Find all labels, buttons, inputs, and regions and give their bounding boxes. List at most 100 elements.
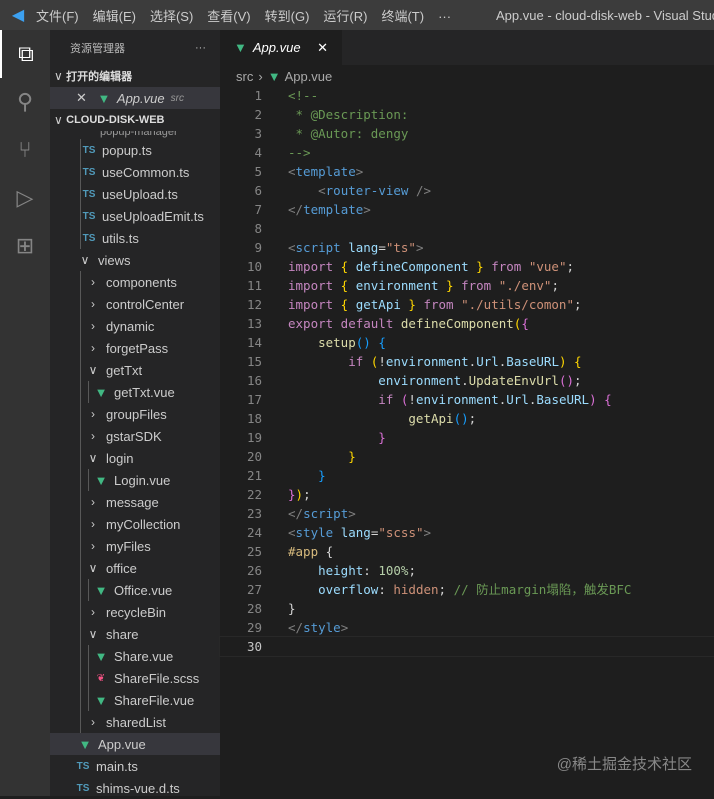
close-icon[interactable]: ✕ [76,90,87,106]
line-number: 17 [246,392,262,407]
activity-bar: ⧉ ⚲ ⑂ ▷ ⊞ [0,30,50,796]
folder-item[interactable]: › forgetPass [50,337,220,359]
folder-item[interactable]: ∨ login [50,447,220,469]
close-tab-icon[interactable]: ✕ [317,40,328,56]
code-token: ) [589,392,597,407]
menu-item[interactable]: 终端(T) [381,9,424,24]
code-token: > [415,240,424,255]
search-icon[interactable]: ⚲ [0,78,50,126]
folder-item[interactable]: ∨ views [50,249,220,271]
code-token: ; [303,487,311,502]
chevron-down-icon: ∨ [80,253,90,267]
open-editor-item[interactable]: ✕ ▼ App.vue src [50,87,220,109]
code-token: template [303,202,364,217]
code-token: BaseURL [536,392,590,407]
code-token: { [566,354,582,369]
folder-item[interactable]: › groupFiles [50,403,220,425]
code-token: --> [288,145,311,160]
file-item[interactable]: ▼ Office.vue [50,579,220,601]
project-section[interactable]: ∨ CLOUD-DISK-WEB [50,109,220,131]
code-line: 19 } [220,428,714,447]
folder-item[interactable]: › components [50,271,220,293]
file-item[interactable]: ▼ Share.vue [50,645,220,667]
folder-item[interactable]: ∨ share [50,623,220,645]
item-label: getTxt [106,362,143,378]
code-line: 26 height: 100%; [220,561,714,580]
code-token: export [288,316,334,331]
line-number: 3 [254,126,262,141]
chevron-down-icon: ∨ [88,451,98,465]
folder-item[interactable]: › sharedList [50,711,220,733]
folder-item[interactable]: › controlCenter [50,293,220,315]
run-debug-icon[interactable]: ▷ [0,174,50,222]
open-editors-section[interactable]: ∨ 打开的编辑器 [50,65,220,87]
folder-item[interactable]: › gstarSDK [50,425,220,447]
source-control-icon[interactable]: ⑂ [0,126,50,174]
file-item[interactable]: TS main.ts [50,755,220,777]
folder-item[interactable]: ∨ getTxt [50,359,220,381]
line-number: 9 [254,240,262,255]
folder-item[interactable]: › myFiles [50,535,220,557]
vue-file-icon: ▼ [94,582,108,598]
file-item[interactable]: TS popup.ts [50,139,220,161]
menu-item[interactable]: 转到(G) [265,9,310,24]
file-item[interactable]: TS useUpload.ts [50,183,220,205]
code-token: height [288,563,364,578]
code-token: } [288,487,296,502]
item-label: sharedList [106,714,166,730]
code-token: setup [288,335,356,350]
project-label: CLOUD-DISK-WEB [66,114,165,126]
line-number: 23 [246,506,262,521]
breadcrumb-file[interactable]: App.vue [285,69,333,84]
code-line: 22}); [220,485,714,504]
code-line: 29 </style> [220,618,714,637]
explorer-icon[interactable]: ⧉ [0,30,50,78]
breadcrumb: src › ▼ App.vue [236,68,333,84]
menu-item[interactable]: 文件(F) [36,9,79,24]
typescript-file-icon: TS [82,166,96,178]
folder-item[interactable]: › myCollection [50,513,220,535]
more-actions-button[interactable]: ··· [195,42,206,54]
code-token: = [378,240,386,255]
explorer-title: 资源管理器 [70,42,125,55]
code-line: 6 <router-view /> [220,181,714,200]
code-line: 2 * @Description: [220,105,714,124]
tab-app-vue[interactable]: ▼ App.vue ✕ [220,30,342,65]
menu-item[interactable]: 编辑(E) [93,9,136,24]
file-item[interactable]: TS utils.ts [50,227,220,249]
folder-item[interactable]: › recycleBin [50,601,220,623]
menu-item[interactable]: ··· [438,9,451,24]
code-token: . [461,373,469,388]
code-token: { [333,259,356,274]
menu-item[interactable]: 选择(S) [150,9,193,24]
folder-item[interactable]: ∨ office [50,557,220,579]
code-token: "ts" [385,240,416,255]
extensions-icon[interactable]: ⊞ [0,222,50,270]
folder-item[interactable]: › dynamic [50,315,220,337]
chevron-right-icon: › [91,605,95,619]
item-label: ShareFile.vue [114,692,195,708]
code-token: Url [476,354,499,369]
line-number: 16 [246,373,262,388]
file-item[interactable]: TS useUploadEmit.ts [50,205,220,227]
file-item[interactable]: ▼ ShareFile.vue [50,689,220,711]
code-line: 24 <style lang="scss"> [220,523,714,542]
code-area[interactable]: 1 <!-- 2 * @Description: 3 * @Autor: dengy 4… [219,86,714,657]
file-item[interactable]: ▼ getTxt.vue [50,381,220,403]
code-token: "./env" [491,278,552,293]
code-line: 5 <template> [220,162,714,181]
open-file-dir: src [170,92,184,104]
menu-item[interactable]: 运行(R) [323,9,367,24]
file-item[interactable]: TS useCommon.ts [50,161,220,183]
breadcrumb-src[interactable]: src [236,69,253,84]
code-token: </ [288,202,304,217]
code-token: "vue" [521,259,567,274]
file-item[interactable]: ▼ Login.vue [50,469,220,491]
code-line: 21 } [220,466,714,485]
item-label: forgetPass [106,340,169,356]
folder-item[interactable]: › message [50,491,220,513]
menu-item[interactable]: 查看(V) [207,9,250,24]
code-token: </ [288,620,304,635]
file-item[interactable]: ▼ App.vue [50,733,220,755]
file-item[interactable]: ❦ ShareFile.scss [50,667,220,689]
